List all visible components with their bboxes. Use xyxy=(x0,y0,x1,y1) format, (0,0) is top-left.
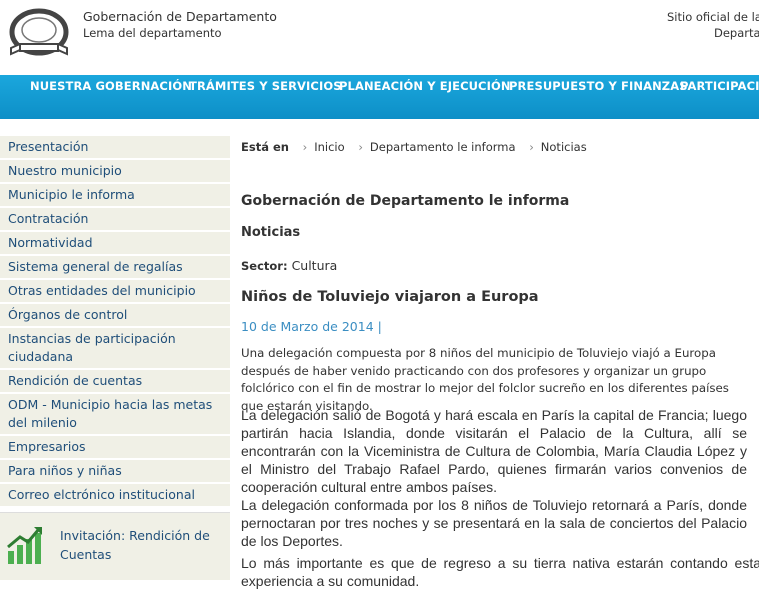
coat-of-arms-icon[interactable] xyxy=(8,8,70,58)
breadcrumb-departamento[interactable]: Departamento le informa xyxy=(370,140,516,154)
sidebar-item-municipio-le-informa[interactable]: Municipio le informa xyxy=(0,184,230,208)
chevron-right-icon: › xyxy=(302,140,308,154)
chevron-right-icon: › xyxy=(358,140,363,154)
article-paragraph-1: Una delegación compuesta por 8 niños del… xyxy=(241,346,729,413)
sidebar-item-otras-entidades[interactable]: Otras entidades del municipio xyxy=(0,280,230,304)
sidebar-item-normatividad[interactable]: Normatividad xyxy=(0,232,230,256)
breadcrumb-noticias: Noticias xyxy=(540,140,587,154)
sidebar-item-ninos-ninas[interactable]: Para niños y niñas xyxy=(0,460,230,484)
sector-value: Cultura xyxy=(291,258,338,273)
breadcrumb-inicio[interactable]: Inicio xyxy=(314,140,344,154)
sidebar-item-participacion-ciudadana[interactable]: Instancias de participación ciudadana xyxy=(0,328,230,370)
sidebar-item-regalias[interactable]: Sistema general de regalías xyxy=(0,256,230,280)
subsection-title: Noticias xyxy=(241,225,301,240)
article-date: 10 de Marzo de 2014 | xyxy=(241,319,382,334)
nav-nuestra-gobernacion[interactable]: NUESTRA GOBERNACIÓN xyxy=(30,79,192,93)
sidebar-item-empresarios[interactable]: Empresarios xyxy=(0,436,230,460)
sidebar-item-nuestro-municipio[interactable]: Nuestro municipio xyxy=(0,160,230,184)
article-paragraph-4: Lo más importante es que de regreso a su… xyxy=(241,555,759,589)
article-paragraph-3: La delegación conformada por los 8 niños… xyxy=(241,497,747,549)
article-paragraph-2: La delegación salió de Bogotá y hará esc… xyxy=(241,407,747,495)
promo-text[interactable]: Invitación: Rendición de Cuentas xyxy=(60,526,225,564)
breadcrumb: Está en › Inicio › Departamento le informa… xyxy=(241,140,587,154)
breadcrumb-label: Está en xyxy=(241,140,289,154)
nav-participacion[interactable]: PARTICIPACI xyxy=(680,79,759,93)
sector-label: Sector: xyxy=(241,259,288,273)
site-header: Gobernación de Departamento Lema del dep… xyxy=(0,0,759,75)
nav-planeacion-ejecucion[interactable]: PLANEACIÓN Y EJECUCIÓN xyxy=(339,79,511,93)
sidebar-item-odm[interactable]: ODM - Municipio hacia las metas del mile… xyxy=(0,394,230,436)
section-title: Gobernación de Departamento le informa xyxy=(241,193,570,209)
sidebar-item-correo[interactable]: Correo elctrónico institucional xyxy=(0,484,230,508)
chevron-right-icon: › xyxy=(529,140,534,154)
government-name[interactable]: Gobernación de Departamento xyxy=(83,9,277,24)
official-site-text: Sitio oficial de la xyxy=(667,10,759,24)
growth-chart-icon xyxy=(7,527,42,564)
promo-rendicion-cuentas[interactable]: Invitación: Rendición de Cuentas xyxy=(0,512,230,580)
article-title: Niños de Toluviejo viajaron a Europa xyxy=(241,289,539,305)
sidebar-item-organos-control[interactable]: Órganos de control xyxy=(0,304,230,328)
government-motto: Lema del departamento xyxy=(83,26,222,40)
official-site-text-2: Departa xyxy=(714,26,759,40)
sidebar-item-contratacion[interactable]: Contratación xyxy=(0,208,230,232)
sidebar-item-presentacion[interactable]: Presentación xyxy=(0,136,230,160)
sidebar: Presentación Nuestro municipio Municipio… xyxy=(0,136,230,508)
main-nav: NUESTRA GOBERNACIÓN TRÁMITES Y SERVICIOS… xyxy=(0,75,759,119)
sector-line: Sector: Cultura xyxy=(241,258,337,273)
nav-presupuesto-finanzas[interactable]: PRESUPUESTO Y FINANZAS xyxy=(509,79,688,93)
nav-tramites-servicios[interactable]: TRÁMITES Y SERVICIOS xyxy=(189,79,342,93)
sidebar-item-rendicion-cuentas[interactable]: Rendición de cuentas xyxy=(0,370,230,394)
